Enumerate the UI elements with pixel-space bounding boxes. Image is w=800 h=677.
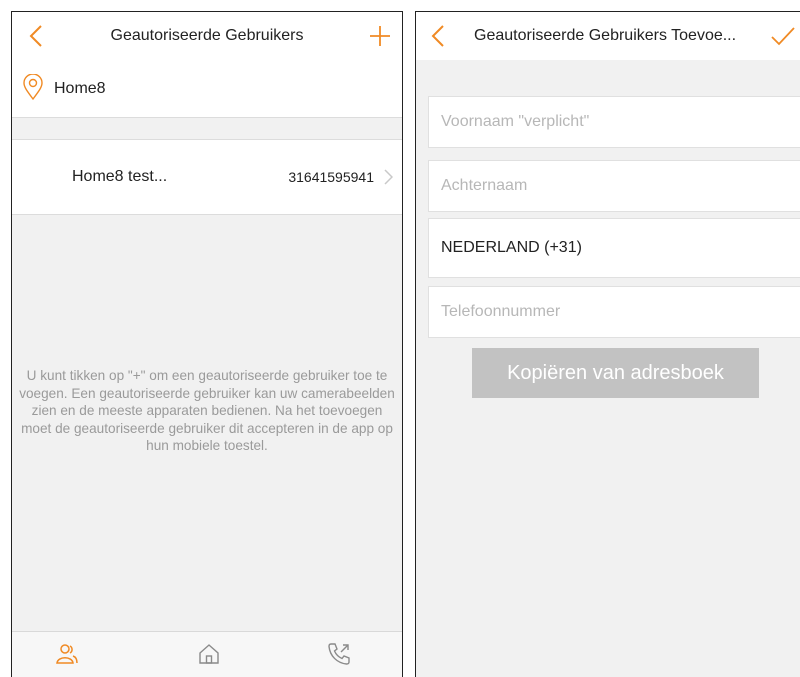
add-user-hint: U kunt tikken op "+" om een geautoriseer… <box>19 368 395 453</box>
users-icon <box>56 644 78 664</box>
country-value: NEDERLAND (+31) <box>441 239 582 256</box>
header-bar: Geautoriseerde Gebruikers <box>12 12 402 61</box>
confirm-button[interactable] <box>768 22 798 50</box>
authorized-users-screen: Geautoriseerde Gebruikers Home8 Home8 te… <box>11 11 403 677</box>
page-title: Geautoriseerde Gebruikers Toevoe... <box>474 27 737 44</box>
user-row[interactable]: Home8 test... 31641595941 <box>12 139 402 215</box>
add-user-button[interactable] <box>366 22 394 50</box>
first-name-field[interactable] <box>428 96 800 148</box>
first-name-input[interactable] <box>441 97 797 147</box>
tab-home[interactable] <box>194 639 224 669</box>
phone-field[interactable] <box>428 286 800 338</box>
page-title: Geautoriseerde Gebruikers <box>110 27 304 44</box>
home-icon <box>199 644 219 664</box>
plus-icon <box>370 26 390 46</box>
user-name: Home8 test... <box>72 168 168 185</box>
user-phone: 31641595941 <box>288 169 374 185</box>
bottom-tab-bar <box>12 631 402 677</box>
location-row[interactable]: Home8 <box>12 60 402 118</box>
last-name-field[interactable] <box>428 160 800 212</box>
back-button[interactable] <box>424 22 452 50</box>
phone-input[interactable] <box>441 287 797 337</box>
location-name: Home8 <box>54 80 106 97</box>
add-authorized-user-screen: Geautoriseerde Gebruikers Toevoe... NEDE… <box>415 11 800 677</box>
chevron-right-icon <box>384 169 393 185</box>
phone-call-icon <box>328 643 350 665</box>
location-pin-icon <box>23 74 43 100</box>
tab-calls[interactable] <box>324 639 354 669</box>
tab-users[interactable] <box>52 639 82 669</box>
copy-from-addressbook-button[interactable]: Kopiëren van adresboek <box>472 348 759 398</box>
last-name-input[interactable] <box>441 161 797 211</box>
checkmark-icon <box>771 27 795 46</box>
chevron-left-icon <box>431 25 444 47</box>
header-bar: Geautoriseerde Gebruikers Toevoe... <box>416 12 800 60</box>
country-selector[interactable]: NEDERLAND (+31) <box>428 218 800 278</box>
